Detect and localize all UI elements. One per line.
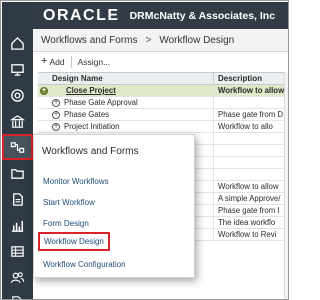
app-header: ORACLE DRMcNatty & Associates, Inc [33, 2, 288, 29]
nav-documents[interactable] [2, 186, 33, 212]
nav-folder[interactable] [2, 160, 33, 186]
nav-target[interactable] [2, 82, 33, 108]
nav-tags[interactable] [2, 288, 33, 299]
cell-description: Phase gate from I [218, 206, 280, 215]
cell-description: Workflow to allo [218, 122, 273, 131]
workflows-forms-menu: Workflows and Forms Monitor Workflows St… [33, 134, 195, 278]
chart-icon [11, 220, 24, 232]
menu-title: Workflows and Forms [42, 146, 139, 157]
add-button[interactable]: + Add [41, 56, 65, 67]
cell-description: Workflow to Revi [218, 230, 277, 239]
workflow-icon [10, 141, 25, 153]
breadcrumb: Workflows and Forms > Workflow Design [33, 29, 288, 52]
toolbar-divider [70, 55, 72, 68]
cell-description: A simple Approve/ [218, 194, 281, 203]
nav-rail [2, 2, 33, 299]
design-name-text[interactable]: Close Project [66, 86, 116, 95]
table-row[interactable]: + Phase Gate Approval [38, 97, 288, 109]
oracle-logo: ORACLE [43, 6, 120, 24]
menu-item-start-workflow[interactable]: Start Workflow [43, 198, 95, 207]
vertical-scrollbar[interactable] [284, 72, 288, 299]
target-icon [11, 88, 24, 102]
menu-item-workflow-design[interactable]: Workflow Design [38, 232, 110, 251]
table-row[interactable]: + Close Project Workflow to allow [38, 85, 288, 97]
breadcrumb-separator: > [145, 34, 152, 46]
organization-name: DRMcNatty & Associates, Inc [129, 9, 276, 22]
table-row[interactable]: + Project Initiation Workflow to allo [38, 121, 288, 133]
document-icon [13, 192, 23, 206]
building-icon [10, 114, 25, 128]
design-name-text: Project Initiation [64, 122, 120, 131]
cell-description: Phase gate from D [218, 110, 284, 119]
nav-monitor[interactable] [2, 56, 33, 82]
design-name-text: Phase Gate Approval [64, 98, 138, 107]
expand-icon[interactable]: + [52, 110, 60, 119]
table-row[interactable]: + Phase Gates Phase gate from D [38, 109, 288, 121]
table-icon [11, 245, 24, 257]
app-window: ORACLE DRMcNatty & Associates, Inc Workf… [0, 0, 289, 300]
expand-icon[interactable]: + [52, 122, 60, 131]
monitor-icon [11, 63, 24, 76]
breadcrumb-workflows-and-forms[interactable]: Workflows and Forms [41, 35, 138, 46]
column-header-design-name[interactable]: Design Name [38, 73, 214, 84]
cell-design-name: + Project Initiation [38, 121, 214, 132]
users-icon [10, 271, 25, 283]
home-icon [11, 36, 24, 50]
assign-button[interactable]: Assign... [78, 57, 111, 67]
plus-icon: + [41, 55, 48, 67]
menu-item-monitor-workflows[interactable]: Monitor Workflows [43, 177, 109, 186]
cell-description: Workflow to allow [218, 182, 279, 191]
nav-workflows[interactable] [2, 134, 33, 160]
folder-icon [11, 168, 24, 179]
cell-description: The idea workflo [218, 218, 276, 227]
tag-icon [12, 295, 22, 299]
nav-reports[interactable] [2, 212, 33, 238]
toolbar: + Add Assign... [33, 52, 288, 71]
nav-table[interactable] [2, 238, 33, 264]
expand-icon[interactable]: + [40, 86, 48, 95]
expand-icon[interactable]: + [52, 98, 60, 107]
cell-design-name: + Phase Gate Approval [38, 97, 214, 108]
add-button-label: Add [49, 56, 65, 67]
nav-building[interactable] [2, 108, 33, 134]
cell-description: Workflow to allow [218, 86, 285, 95]
cell-design-name: + Phase Gates [38, 109, 214, 120]
menu-item-workflow-configuration[interactable]: Workflow Configuration [43, 260, 126, 269]
nav-home[interactable] [2, 30, 33, 56]
column-header-description[interactable]: Description [214, 74, 262, 83]
menu-item-form-design[interactable]: Form Design [43, 219, 89, 228]
design-name-text: Phase Gates [64, 110, 110, 119]
nav-users[interactable] [2, 264, 33, 290]
table-header: Design Name Description [38, 73, 288, 85]
breadcrumb-current: Workflow Design [159, 34, 235, 46]
cell-design-name: + Close Project [38, 85, 214, 96]
